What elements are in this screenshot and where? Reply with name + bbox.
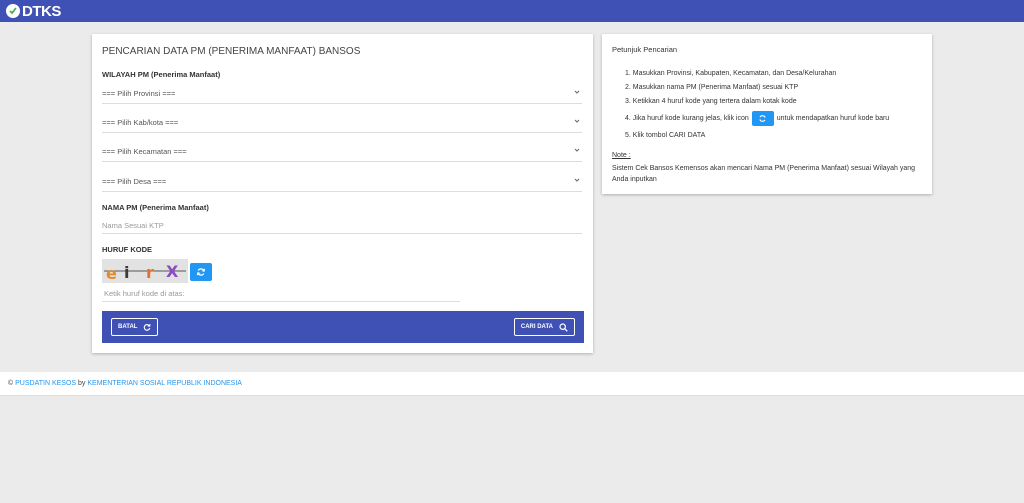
desa-select[interactable]: === Pilih Desa === <box>102 172 582 192</box>
footer-by: by <box>78 380 86 387</box>
kecamatan-select[interactable]: === Pilih Kecamatan === <box>102 142 582 162</box>
instructions-list: 1. Masukkan Provinsi, Kabupaten, Kecamat… <box>625 66 889 142</box>
chevron-down-icon <box>574 178 580 182</box>
nama-placeholder: Nama Sesuai KTP <box>102 221 164 230</box>
instructions-title: Petunjuk Pencarian <box>612 45 678 54</box>
kode-label: HURUF KODE <box>102 245 152 254</box>
kecamatan-select-value: === Pilih Kecamatan === <box>102 147 187 156</box>
instruction-text: 5. Klik tombol CARI DATA <box>625 131 706 139</box>
footer: © PUSDATIN KESOS by KEMENTERIAN SOSIAL R… <box>0 372 1024 396</box>
kode-input[interactable]: Ketik huruf kode di atas: <box>102 286 460 302</box>
desa-select-value: === Pilih Desa === <box>102 177 167 186</box>
refresh-icon <box>196 268 206 276</box>
copyright-symbol: © <box>8 380 14 387</box>
chevron-down-icon <box>574 90 580 94</box>
top-navbar: DTKS <box>0 0 1024 22</box>
nama-label: NAMA PM (Penerima Manfaat) <box>102 203 209 212</box>
instruction-step: 2. Masukkan nama PM (Penerima Manfaat) s… <box>625 80 889 94</box>
pusdatin-link[interactable]: PUSDATIN KESOS <box>15 380 76 387</box>
svg-text:r: r <box>146 263 154 282</box>
form-action-bar: BATAL CARI DATA <box>102 311 584 343</box>
note-text: Sistem Cek Bansos Kemensos akan mencari … <box>612 165 916 183</box>
batal-button[interactable]: BATAL <box>111 318 159 336</box>
note-title: Note : <box>612 152 631 159</box>
reset-icon <box>144 323 151 331</box>
dtks-logo[interactable]: DTKS <box>6 2 61 20</box>
instruction-step: 3. Ketikkan 4 huruf kode yang tertera da… <box>625 94 889 108</box>
check-leaf-icon <box>6 4 20 18</box>
svg-text:e: e <box>106 264 117 283</box>
instruction-text-suffix: untuk mendapatkan huruf kode baru <box>776 114 890 122</box>
chevron-down-icon <box>574 148 580 152</box>
chevron-down-icon <box>574 119 580 123</box>
kode-placeholder: Ketik huruf kode di atas: <box>104 289 185 298</box>
refresh-icon-sample <box>751 110 774 126</box>
search-icon <box>559 322 568 332</box>
instruction-text: 3. Ketikkan 4 huruf kode yang tertera da… <box>625 97 797 105</box>
provinsi-select[interactable]: === Pilih Provinsi === <box>102 84 582 104</box>
instruction-step: 1. Masukkan Provinsi, Kabupaten, Kecamat… <box>625 66 889 80</box>
search-form-card: PENCARIAN DATA PM (PENERIMA MANFAAT) BAN… <box>92 34 593 353</box>
logo-text: DTKS <box>22 2 61 20</box>
kemensos-link[interactable]: KEMENTERIAN SOSIAL REPUBLIK INDONESIA <box>87 380 242 387</box>
cari-data-button[interactable]: CARI DATA <box>513 318 575 336</box>
refresh-icon <box>759 114 766 122</box>
provinsi-select-value: === Pilih Provinsi === <box>102 89 176 98</box>
instruction-text: 2. Masukkan nama PM (Penerima Manfaat) s… <box>625 83 799 91</box>
kabkota-select-value: === Pilih Kab/kota === <box>102 118 179 127</box>
cari-data-label: CARI DATA <box>520 324 553 330</box>
instruction-step: 5. Klik tombol CARI DATA <box>625 128 889 142</box>
kabkota-select[interactable]: === Pilih Kab/kota === <box>102 113 582 133</box>
captcha-refresh-button[interactable] <box>190 263 212 281</box>
instruction-step: 4. Jika huruf kode kurang jelas, klik ic… <box>625 108 889 128</box>
captcha-image: e i r X <box>102 259 188 283</box>
wilayah-label: WILAYAH PM (Penerima Manfaat) <box>102 70 221 79</box>
form-title: PENCARIAN DATA PM (PENERIMA MANFAAT) BAN… <box>102 46 361 57</box>
svg-text:i: i <box>124 263 129 282</box>
instruction-text: 1. Masukkan Provinsi, Kabupaten, Kecamat… <box>625 69 837 77</box>
instructions-card: Petunjuk Pencarian 1. Masukkan Provinsi,… <box>602 34 932 194</box>
svg-text:X: X <box>166 262 179 281</box>
instruction-text: 4. Jika huruf kode kurang jelas, klik ic… <box>625 114 749 122</box>
batal-label: BATAL <box>118 324 138 330</box>
nama-input[interactable]: Nama Sesuai KTP <box>102 216 582 234</box>
